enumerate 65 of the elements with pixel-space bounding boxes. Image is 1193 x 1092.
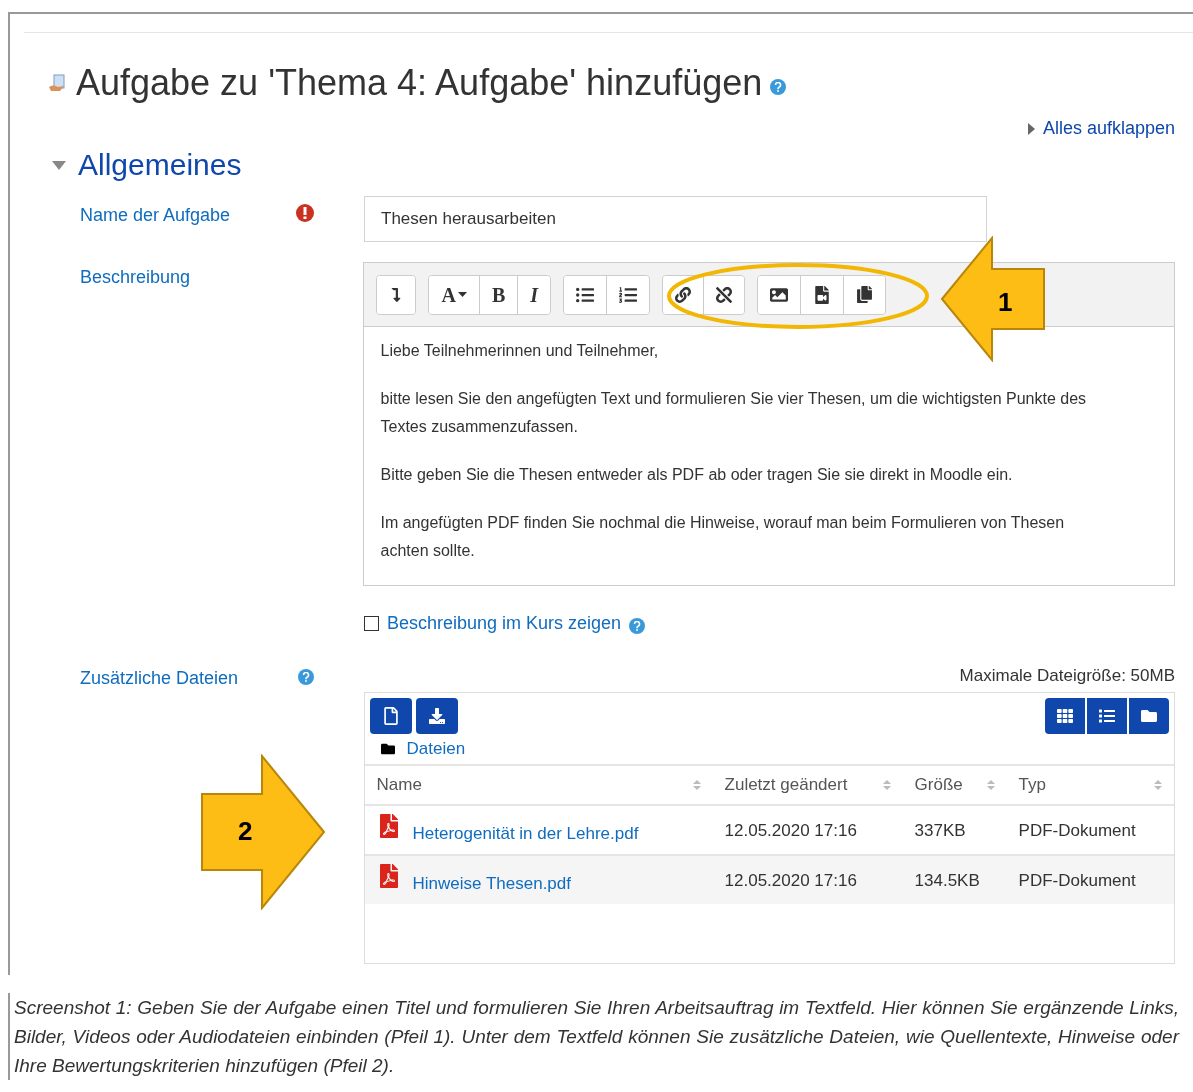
link-icon bbox=[675, 286, 692, 303]
field-label: Zusätzliche Dateien bbox=[80, 667, 239, 690]
column-header[interactable]: Typ bbox=[1018, 771, 1046, 798]
italic-button[interactable]: I bbox=[518, 275, 551, 314]
checkbox[interactable] bbox=[364, 616, 379, 631]
editor-paragraph: bitte lesen Sie den angefügten Text und formulieren Sie vier Thesen, um die wichtigsten Punkte des Textes zusammenzufassen. bbox=[380, 389, 1088, 437]
callout-number: 2 bbox=[238, 815, 253, 848]
list-view-button[interactable] bbox=[1087, 697, 1127, 734]
folder-view-button[interactable] bbox=[1129, 697, 1169, 734]
section-heading[interactable]: Allgemeines bbox=[78, 147, 242, 183]
numbered-list-button[interactable] bbox=[607, 275, 650, 314]
grid-icon bbox=[1057, 707, 1073, 724]
folder-icon bbox=[380, 741, 395, 756]
grid-view-button[interactable] bbox=[1045, 697, 1085, 734]
table-cell-text: PDF-Dokument bbox=[1017, 869, 1137, 892]
help-icon[interactable] bbox=[297, 669, 314, 685]
caret-icon bbox=[1027, 122, 1035, 135]
broken-link-icon bbox=[716, 286, 733, 303]
file-name-link[interactable]: Hinweise Thesen.pdf bbox=[412, 870, 571, 897]
caret-icon bbox=[457, 292, 467, 297]
table-cell-text: 12.05.2020 17:16 bbox=[723, 869, 858, 892]
table-cell-text: 337KB bbox=[913, 819, 967, 842]
field-label: Beschreibung bbox=[80, 267, 191, 287]
checkbox-label[interactable]: Beschreibung im Kurs zeigen bbox=[387, 610, 622, 637]
add-file-button[interactable] bbox=[369, 697, 412, 734]
font-size-button[interactable]: A bbox=[429, 275, 480, 314]
table-cell-text: 12.05.2020 17:16 bbox=[723, 819, 858, 842]
editor-paragraph: Bitte geben Sie die Thesen entweder als PDF ab oder tragen Sie sie direkt in Moodle ein. bbox=[380, 465, 1014, 485]
page-title: Aufgabe zu 'Thema 4: Aufgabe' hinzufügen bbox=[76, 61, 763, 105]
column-header[interactable]: Größe bbox=[914, 771, 963, 798]
column-header[interactable]: Zuletzt geändert bbox=[724, 771, 848, 798]
image-button[interactable] bbox=[758, 275, 802, 314]
list-icon bbox=[1099, 707, 1115, 724]
name-input[interactable]: Thesen herausarbeiten bbox=[364, 196, 987, 242]
numbered-list-icon bbox=[619, 285, 638, 304]
collapse-caret-icon[interactable] bbox=[52, 160, 66, 170]
image-icon bbox=[770, 285, 789, 304]
download-button[interactable] bbox=[415, 697, 458, 734]
file-icon bbox=[381, 706, 400, 725]
column-header[interactable]: Name bbox=[376, 771, 422, 798]
bold-button[interactable]: B bbox=[479, 275, 519, 314]
toggle-toolbar-button[interactable] bbox=[377, 275, 416, 314]
editor-paragraph: Im angefügten PDF finden Sie nochmal die Hinweise, worauf man beim Formulieren von Thesen achten sollte. bbox=[380, 513, 1066, 561]
unlink-button[interactable] bbox=[704, 275, 745, 314]
field-label: Name der Aufgabe bbox=[80, 204, 231, 227]
max-file-size: Maximale Dateigröße: 50MB bbox=[959, 665, 1175, 687]
download-icon bbox=[428, 707, 445, 724]
editor-paragraph: Liebe Teilnehmerinnen und Teilnehmer, bbox=[380, 341, 660, 361]
folder-icon bbox=[1141, 707, 1157, 724]
help-icon[interactable] bbox=[770, 79, 787, 95]
table-cell-text: 134.5KB bbox=[913, 869, 981, 892]
file-name-link[interactable]: Heterogenität in der Lehre.pdf bbox=[412, 820, 639, 847]
help-icon[interactable] bbox=[629, 617, 646, 634]
bullet-list-button[interactable] bbox=[564, 275, 608, 314]
callout-number: 1 bbox=[998, 286, 1013, 319]
expand-all-link[interactable]: Alles aufklappen bbox=[1042, 115, 1175, 142]
figure-caption: Screenshot 1: Geben Sie der Aufgabe einen Titel und formulieren Sie Ihren Arbeitsauftrag im Textfeld. Hier können Sie ergänzende Links, Bilder, Videos oder Audiodateien einbinden (Pfeil 1). Unter dem Textfeld können Sie zusätzliche Dateien, wie Quellentexte, Hinweise oder Ihre Bewertungskriterien hinzufügen (Pfeil 2). bbox=[14, 996, 1181, 1078]
bullet-list-icon bbox=[576, 285, 595, 304]
copy-icon bbox=[856, 286, 874, 303]
video-button[interactable] bbox=[801, 275, 845, 314]
table-cell-text: PDF-Dokument bbox=[1017, 819, 1137, 842]
assignment-icon bbox=[48, 73, 68, 93]
folder-path-link[interactable]: Dateien bbox=[406, 735, 466, 762]
copy-button[interactable] bbox=[844, 275, 886, 314]
video-file-icon bbox=[813, 285, 832, 304]
